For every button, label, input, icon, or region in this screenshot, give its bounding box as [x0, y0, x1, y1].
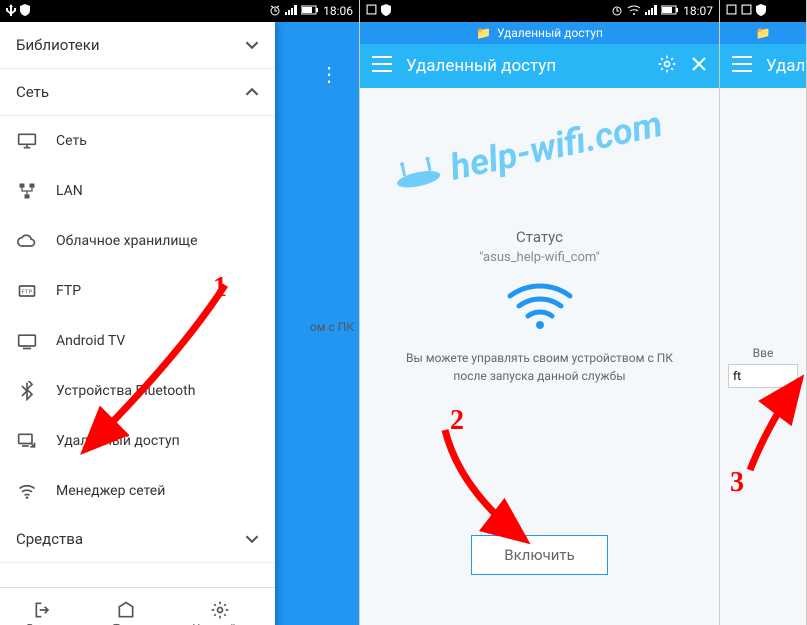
screenshot-icon — [726, 4, 737, 19]
signal-icon — [285, 4, 297, 18]
chevron-up-icon — [245, 85, 259, 99]
ftp-address-input[interactable] — [728, 364, 798, 388]
shield-icon — [756, 4, 766, 19]
description-text: Вы можете управлять своим устройством с … — [380, 349, 699, 385]
monitor-icon — [16, 130, 38, 152]
wifi-icon — [627, 4, 641, 18]
gear-icon — [210, 600, 230, 620]
drawer-item-label: Android TV — [56, 333, 125, 349]
drawer-item-label: FTP — [56, 283, 81, 299]
battery-icon — [301, 4, 319, 18]
tv-icon — [16, 330, 38, 352]
alarm-icon — [269, 4, 281, 19]
phone-screenshot-1: 18:06 ⋮ ом с ПК Библиотеки Сеть Сеть — [0, 0, 360, 625]
section-network[interactable]: Сеть — [0, 69, 275, 116]
shield-icon — [20, 4, 30, 19]
drawer-item-bluetooth[interactable]: Устройства Bluetooth — [0, 366, 275, 416]
app-toolbar: Удаленный доступ — [360, 44, 719, 88]
router-icon — [388, 147, 446, 201]
drawer-item-remote[interactable]: Удаленный доступ — [0, 416, 275, 466]
phone-screenshot-3: 📁 Удале Вве — [720, 0, 807, 625]
remote-access-screen: help-wifi.com Статус "asus_help-wifi_com… — [360, 88, 719, 625]
section-label: Сеть — [16, 83, 49, 101]
signal-icon — [645, 4, 657, 18]
drawer-item-cloud[interactable]: Облачное хранилище — [0, 216, 275, 266]
enable-button[interactable]: Включить — [471, 535, 608, 575]
bluetooth-icon — [16, 380, 38, 402]
annotation-marker-2: 2 — [450, 405, 464, 437]
drawer-item-label: Устройства Bluetooth — [56, 383, 195, 399]
overflow-menu-icon[interactable]: ⋮ — [319, 62, 339, 86]
chevron-down-icon — [245, 532, 259, 546]
status-time: 18:07 — [683, 4, 713, 18]
exit-button[interactable]: Выход — [17, 596, 70, 625]
annotation-marker-3: 3 — [730, 467, 744, 499]
chevron-down-icon — [245, 38, 259, 52]
drawer-item-androidtv[interactable]: Android TV — [0, 316, 275, 366]
drawer-item-network[interactable]: Сеть — [0, 116, 275, 166]
wifi-settings-icon — [16, 480, 38, 502]
status-block: Статус "asus_help-wifi_com" — [479, 228, 600, 265]
section-label: Библиотеки — [16, 36, 99, 54]
cloud-icon — [16, 230, 38, 252]
drawer-item-label: Удаленный доступ — [56, 433, 180, 449]
drawer-item-lan[interactable]: LAN — [0, 166, 275, 216]
theme-icon — [116, 600, 136, 620]
svg-text:FTP: FTP — [22, 290, 33, 296]
drawer-item-label: Менеджер сетей — [56, 483, 165, 499]
drawer-item-label: LAN — [56, 183, 83, 199]
bg-text-fragment: ом с ПК — [310, 320, 354, 334]
exit-icon — [33, 600, 53, 620]
section-libraries[interactable]: Библиотеки — [0, 22, 275, 69]
close-icon[interactable] — [691, 56, 707, 77]
app-icon: 📁 — [756, 26, 771, 40]
status-value: "asus_help-wifi_com" — [479, 250, 600, 265]
recent-app-bar: 📁 Удаленный доступ — [360, 22, 719, 44]
status-bar — [720, 0, 806, 22]
alarm-icon — [611, 4, 623, 19]
status-time: 18:06 — [323, 4, 353, 18]
drawer-item-netmanager[interactable]: Менеджер сетей — [0, 466, 275, 516]
watermark-text: help-wifi.com — [388, 100, 666, 201]
ftp-icon: FTP — [16, 280, 38, 302]
recent-title: Удаленный доступ — [497, 26, 603, 40]
drawer-item-label: Облачное хранилище — [56, 233, 198, 249]
navigation-drawer: Библиотеки Сеть Сеть LAN Облачно — [0, 22, 275, 625]
app-toolbar: Удале — [720, 44, 806, 88]
drawer-bottom-bar: Выход Тема Настройки — [0, 587, 275, 625]
screenshot-icon — [741, 4, 752, 19]
lan-icon — [16, 180, 38, 202]
app-icon: 📁 — [476, 26, 491, 40]
input-label: Вве — [720, 346, 806, 360]
wifi-large-icon — [505, 281, 575, 335]
toolbar-title: Удале — [766, 56, 807, 76]
drawer-item-label: Сеть — [56, 133, 87, 149]
screenshot-icon — [366, 4, 377, 19]
annotation-marker-1: 1 — [213, 272, 227, 304]
gear-icon[interactable] — [657, 54, 677, 79]
theme-button[interactable]: Тема — [103, 596, 149, 625]
remote-icon — [16, 430, 38, 452]
battery-icon — [661, 4, 679, 18]
background-app: ⋮ ом с ПК — [274, 22, 359, 625]
remote-access-screen: Вве — [720, 88, 806, 625]
status-label: Статус — [479, 228, 600, 246]
usb-icon — [6, 4, 16, 19]
toolbar-title: Удаленный доступ — [406, 56, 643, 76]
drawer-item-ftp[interactable]: FTP FTP — [0, 266, 275, 316]
menu-icon[interactable] — [732, 56, 752, 77]
shield-icon — [381, 4, 391, 19]
status-bar: 18:07 — [360, 0, 719, 22]
recent-app-bar: 📁 — [720, 22, 806, 44]
section-tools[interactable]: Средства — [0, 516, 275, 563]
status-bar: 18:06 — [0, 0, 359, 22]
phone-screenshot-2: 18:07 📁 Удаленный доступ Удаленный досту… — [360, 0, 720, 625]
settings-button[interactable]: Настройки — [182, 596, 258, 625]
menu-icon[interactable] — [372, 56, 392, 77]
section-label: Средства — [16, 530, 83, 548]
